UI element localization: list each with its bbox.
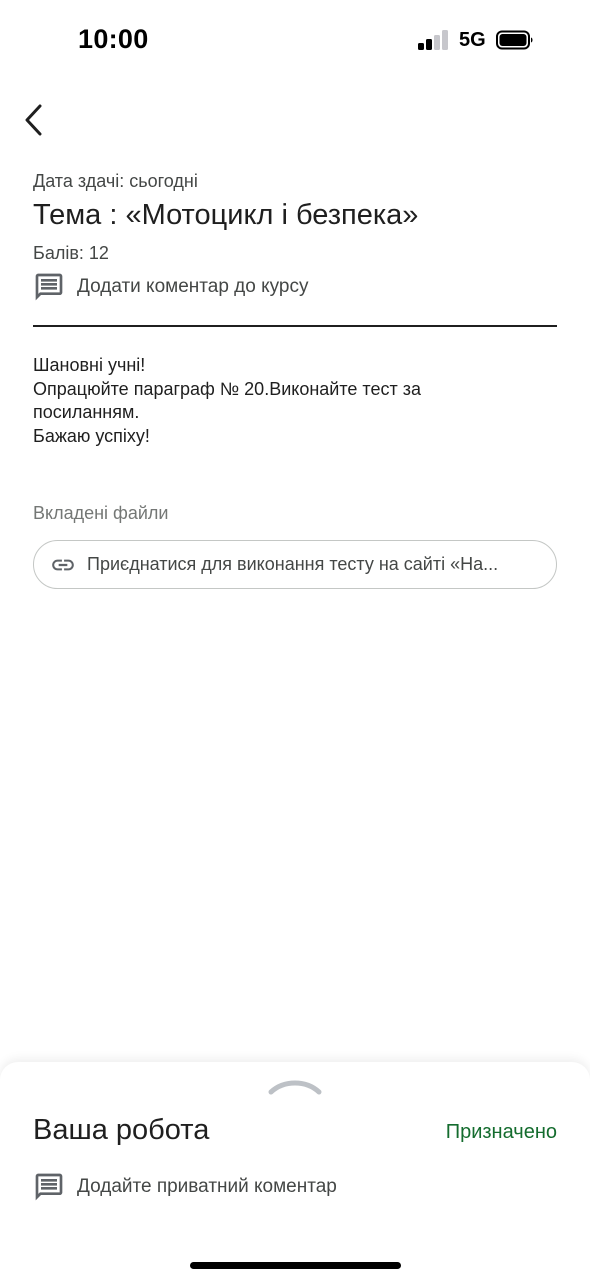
- cellular-signal-icon: [418, 30, 450, 50]
- page-title: Тема : «Мотоцикл і безпека»: [33, 199, 419, 231]
- network-type: 5G: [459, 29, 486, 51]
- add-private-comment-button[interactable]: Додайте приватний коментар: [33, 1170, 337, 1204]
- battery-full-icon: [496, 30, 533, 50]
- status-time: 10:00: [78, 24, 149, 54]
- add-private-comment-label: Додайте приватний коментар: [77, 1176, 337, 1197]
- divider: [33, 325, 557, 327]
- instruction-line: посиланням.: [33, 402, 140, 422]
- instruction-line: Шановні учні!: [33, 355, 146, 375]
- points-value: Балів: 12: [33, 243, 109, 263]
- status-badge: Призначено: [445, 1121, 557, 1143]
- instruction-line: Бажаю успіху!: [33, 425, 150, 446]
- home-indicator[interactable]: [190, 1262, 401, 1269]
- add-class-comment-label: Додати коментар до курсу: [77, 276, 309, 297]
- attachments-heading: Вкладені файли: [33, 503, 169, 523]
- due-date: Дата здачі: сьогодні: [33, 171, 198, 191]
- back-button[interactable]: [14, 100, 54, 140]
- chevron-left-icon: [25, 104, 42, 136]
- status-bar: 10:00 5G: [0, 0, 590, 80]
- instruction-line: Опрацюйте параграф № 20.Виконайте тест з…: [33, 378, 421, 399]
- your-work-title: Ваша робота: [33, 1114, 210, 1146]
- your-work-sheet[interactable]: Ваша робота Призначено Додайте приватний…: [0, 1062, 590, 1280]
- add-class-comment-button[interactable]: Додати коментар до курсу: [33, 270, 309, 304]
- chevron-up-icon[interactable]: [268, 1076, 322, 1096]
- comment-icon: [35, 273, 63, 301]
- attachment-link-label: Приєднатися для виконання тесту на сайті…: [87, 554, 499, 574]
- comment-icon: [35, 1173, 63, 1201]
- attachment-link-chip[interactable]: Приєднатися для виконання тесту на сайті…: [33, 540, 557, 589]
- link-icon: [52, 559, 74, 570]
- instructions-text: Шановні учні! Опрацюйте параграф № 20.Ви…: [33, 354, 533, 448]
